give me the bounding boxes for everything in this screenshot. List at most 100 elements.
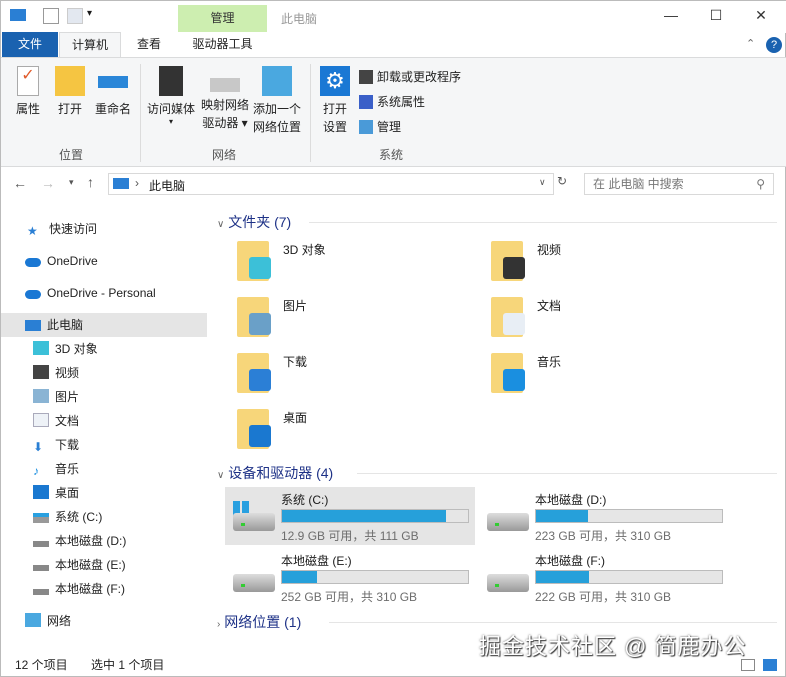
divider	[310, 64, 311, 162]
help-icon[interactable]: ?	[766, 37, 782, 53]
drive-usage-bar	[535, 509, 723, 523]
nav-onedrive[interactable]: OneDrive	[1, 249, 207, 273]
properties-button[interactable]: ✓ 属性	[9, 66, 47, 118]
search-icon: ⚲	[756, 177, 765, 191]
recent-locations-icon[interactable]: ▾	[69, 177, 74, 188]
folder-open-icon	[55, 66, 85, 96]
add-network-location-button[interactable]: 添加一个 网络位置	[251, 66, 303, 136]
nav-onedrive-personal[interactable]: OneDrive - Personal	[1, 281, 207, 305]
nav-label: 图片	[55, 390, 80, 404]
nav-drive-d[interactable]: 本地磁盘 (D:)	[1, 529, 207, 553]
breadcrumb-this-pc[interactable]: 此电脑	[149, 177, 185, 194]
nav-drive-e[interactable]: 本地磁盘 (E:)	[1, 553, 207, 577]
cube-icon	[33, 341, 49, 355]
address-dropdown-icon[interactable]: ∨	[539, 177, 546, 188]
nav-documents[interactable]: 文档	[1, 409, 207, 433]
folder-item[interactable]: 图片	[219, 293, 479, 349]
group-system-label: 系统	[379, 148, 404, 162]
up-button[interactable]: ↑	[87, 174, 94, 190]
large-icons-view-icon[interactable]	[763, 659, 777, 671]
customize-quick-access-icon[interactable]: ▾	[87, 8, 92, 19]
drive-free-space: 223 GB 可用，共 310 GB	[535, 529, 672, 543]
video-icon	[33, 365, 49, 379]
properties-quick-icon[interactable]	[43, 8, 59, 24]
manage-label: 管理	[377, 120, 402, 134]
nav-downloads[interactable]: ⬇ 下载	[1, 433, 207, 457]
drive-item[interactable]: 本地磁盘 (D:) 223 GB 可用，共 310 GB	[479, 487, 729, 545]
drive-usage-fill	[282, 510, 447, 522]
folder-item[interactable]: 文档	[473, 293, 733, 349]
download-icon: ⬇	[33, 440, 44, 454]
manage-button[interactable]: 管理	[359, 117, 401, 137]
nav-3d-objects[interactable]: 3D 对象	[1, 337, 207, 361]
uninstall-icon	[359, 70, 373, 84]
tab-file[interactable]: 文件	[2, 32, 58, 57]
hard-drive-icon	[487, 574, 529, 592]
minimize-button[interactable]: —	[656, 7, 686, 23]
search-placeholder: 在 此电脑 中搜索	[593, 177, 684, 191]
uninstall-program-button[interactable]: 卸载或更改程序	[359, 67, 461, 87]
folders-section-header[interactable]: ∨ 文件夹 (7)	[217, 212, 777, 232]
nav-drive-f[interactable]: 本地磁盘 (F:)	[1, 577, 207, 601]
system-properties-button[interactable]: 系统属性	[359, 92, 425, 112]
drives-section-header[interactable]: ∨ 设备和驱动器 (4)	[217, 463, 777, 483]
folder-overlay-icon	[503, 369, 525, 391]
access-media-label: 访问媒体	[146, 102, 195, 116]
drive-name: 系统 (C:)	[281, 493, 329, 507]
folder-overlay-icon	[249, 369, 271, 391]
drive-usage-bar	[535, 570, 723, 584]
document-icon	[33, 413, 49, 427]
folder-item[interactable]: 下载	[219, 349, 479, 405]
access-media-button[interactable]: 访问媒体 ▾	[145, 66, 197, 126]
nav-music[interactable]: ♪ 音乐	[1, 457, 207, 481]
folder-item[interactable]: 音乐	[473, 349, 733, 405]
folder-item[interactable]: 3D 对象	[219, 237, 479, 293]
back-button[interactable]: ←	[13, 175, 27, 191]
collapse-chevron-icon: ∨	[217, 470, 225, 481]
refresh-button[interactable]: ↻	[557, 174, 573, 188]
drive-item[interactable]: 本地磁盘 (F:) 222 GB 可用，共 310 GB	[479, 548, 729, 606]
tab-drive-tools[interactable]: 驱动器工具	[178, 32, 267, 57]
collapse-ribbon-icon[interactable]: ⌃	[746, 37, 755, 50]
collapse-chevron-icon: ∨	[217, 219, 225, 230]
nav-this-pc[interactable]: 此电脑	[1, 313, 207, 337]
tab-computer[interactable]: 计算机	[59, 32, 121, 57]
map-network-drive-button[interactable]: 映射网络 驱动器 ▾	[199, 66, 251, 132]
search-input[interactable]: 在 此电脑 中搜索 ⚲	[584, 173, 774, 195]
item-count: 12 个项目	[15, 658, 68, 672]
nav-label: OneDrive - Personal	[47, 286, 156, 300]
nav-desktop[interactable]: 桌面	[1, 481, 207, 505]
open-settings-button[interactable]: ⚙ 打开 设置	[317, 66, 353, 136]
tab-view[interactable]: 查看	[125, 32, 173, 57]
folder-name: 图片	[283, 299, 308, 313]
folder-item[interactable]: 桌面	[219, 405, 479, 461]
nav-label: 音乐	[55, 462, 80, 476]
new-folder-quick-icon[interactable]	[67, 8, 83, 24]
folder-name: 视频	[537, 243, 562, 257]
nav-label: OneDrive	[47, 254, 98, 268]
nav-quick-access[interactable]: ★ 快速访问	[1, 217, 207, 241]
close-button[interactable]: ✕	[746, 7, 776, 24]
folder-overlay-icon	[249, 425, 271, 447]
drive-item[interactable]: 系统 (C:) 12.9 GB 可用，共 111 GB	[225, 487, 475, 545]
system-properties-icon	[359, 95, 373, 109]
drive-item[interactable]: 本地磁盘 (E:) 252 GB 可用，共 310 GB	[225, 548, 475, 606]
uninstall-label: 卸载或更改程序	[377, 70, 462, 84]
nav-videos[interactable]: 视频	[1, 361, 207, 385]
rename-button[interactable]: 重命名	[91, 66, 135, 118]
nav-pictures[interactable]: 图片	[1, 385, 207, 409]
nav-network[interactable]: 网络	[1, 609, 207, 633]
address-bar[interactable]: › 此电脑 ∨	[108, 173, 554, 195]
forward-button[interactable]: →	[41, 175, 55, 191]
nav-drive-c[interactable]: 系统 (C:)	[1, 505, 207, 529]
system-drive-icon	[33, 513, 49, 523]
network-icon	[25, 613, 41, 627]
open-settings-label-2: 设置	[322, 120, 347, 134]
folder-item[interactable]: 视频	[473, 237, 733, 293]
drive-name: 本地磁盘 (E:)	[281, 554, 352, 568]
drive-icon	[33, 565, 49, 571]
maximize-button[interactable]: ☐	[701, 7, 731, 24]
nav-label: 文档	[55, 414, 80, 428]
details-view-icon[interactable]	[741, 659, 755, 671]
open-button[interactable]: 打开	[51, 66, 89, 118]
